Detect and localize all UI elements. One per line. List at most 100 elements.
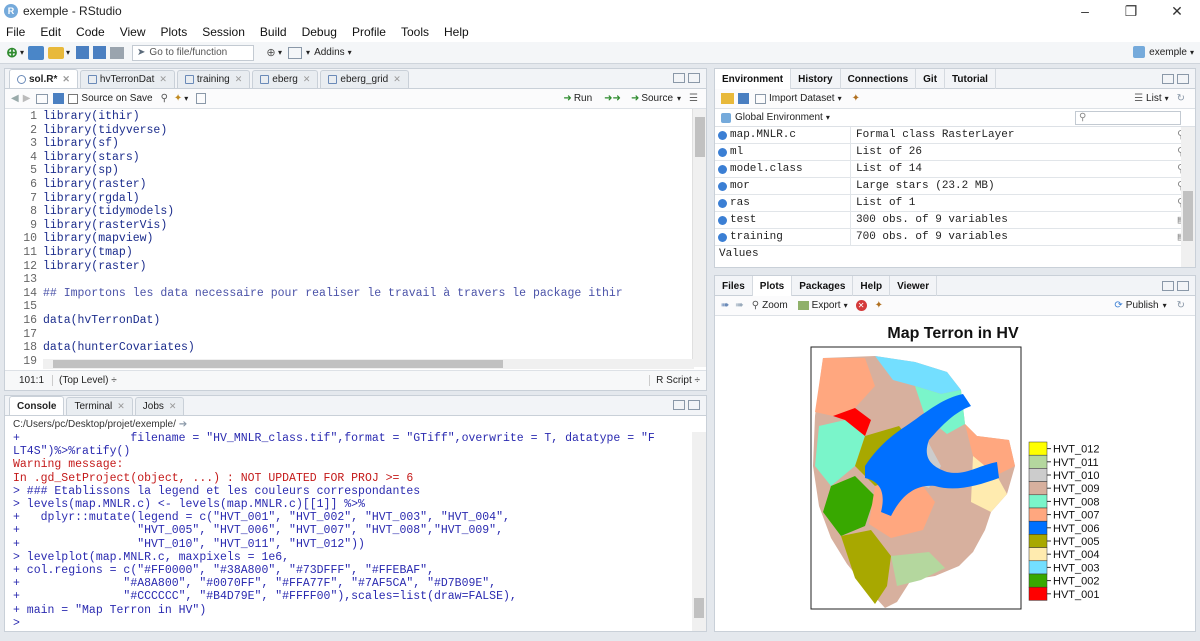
files-tab-plots[interactable]: Plots <box>752 276 793 296</box>
env-tab-git[interactable]: Git <box>916 69 946 89</box>
forward-icon[interactable]: ▶ <box>23 93 31 104</box>
zoom-button[interactable]: Zoom <box>762 300 788 311</box>
editor-vscrollbar[interactable] <box>692 109 706 367</box>
env-row[interactable]: test300 obs. of 9 variables▤ <box>715 212 1195 229</box>
menu-file[interactable]: File <box>6 25 25 39</box>
close-tab-icon[interactable]: ✕ <box>235 74 243 85</box>
grid-layout-icon[interactable] <box>288 46 303 59</box>
file-type-selector[interactable]: R Script ÷ <box>649 375 700 386</box>
env-scroll-thumb[interactable] <box>1183 191 1193 241</box>
env-row[interactable]: morLarge stars (23.2 MB)⚲ <box>715 178 1195 195</box>
close-tab-icon[interactable]: ✕ <box>169 401 177 412</box>
load-workspace-icon[interactable] <box>721 93 734 104</box>
minimize-pane-icon[interactable] <box>673 400 685 410</box>
close-tab-icon[interactable]: ✕ <box>303 74 311 85</box>
editor-hscroll-thumb[interactable] <box>53 360 503 368</box>
console-scroll-thumb[interactable] <box>694 598 704 618</box>
env-tab-environment[interactable]: Environment <box>715 69 792 89</box>
maximize-pane-icon[interactable] <box>1177 73 1189 84</box>
minimize-pane-icon[interactable] <box>1162 73 1174 84</box>
console-tab-console[interactable]: Console <box>9 396 65 415</box>
console-scrollbar[interactable] <box>692 432 706 631</box>
scope-selector[interactable]: Global Environment <box>735 112 823 123</box>
clear-plots-icon[interactable]: ✦ <box>875 300 883 311</box>
show-in-window-icon[interactable] <box>36 93 49 104</box>
environment-search-input[interactable]: ⚲ <box>1075 110 1181 125</box>
maximize-pane-icon[interactable] <box>688 73 700 83</box>
console-tab-jobs[interactable]: Jobs ✕ <box>134 397 185 415</box>
menu-edit[interactable]: Edit <box>40 25 61 39</box>
env-row[interactable]: rasList of 1⚲ <box>715 195 1195 212</box>
minimize-pane-icon[interactable] <box>673 73 685 83</box>
view-mode-selector[interactable]: List <box>1146 93 1162 104</box>
console-output[interactable]: + filename = "HV_MNLR_class.tif",format … <box>5 432 706 630</box>
save-icon[interactable] <box>53 93 65 104</box>
next-plot-icon[interactable]: ➠ <box>735 300 743 311</box>
console-tab-terminal[interactable]: Terminal ✕ <box>66 397 133 415</box>
compile-report-icon[interactable] <box>196 93 207 104</box>
menu-session[interactable]: Session <box>202 25 245 39</box>
close-tab-icon[interactable]: ✕ <box>117 401 125 412</box>
menu-help[interactable]: Help <box>444 25 469 39</box>
env-scrollbar[interactable] <box>1181 127 1195 267</box>
go-to-directory-icon[interactable]: ➔ <box>179 419 187 430</box>
menu-view[interactable]: View <box>120 25 146 39</box>
editor-tab[interactable]: eberg_grid ✕ <box>320 70 409 88</box>
editor-scroll-thumb[interactable] <box>695 117 705 157</box>
save-icon[interactable] <box>76 46 90 59</box>
save-workspace-icon[interactable] <box>738 93 749 104</box>
refresh-icon[interactable]: ↻ <box>1177 300 1185 311</box>
source-button[interactable]: Source <box>641 93 673 104</box>
env-tab-history[interactable]: History <box>791 69 841 89</box>
close-button[interactable]: ✕ <box>1154 0 1200 22</box>
import-dataset-button[interactable]: Import Dataset <box>769 93 835 104</box>
editor-tab[interactable]: eberg ✕ <box>252 70 319 88</box>
env-tab-tutorial[interactable]: Tutorial <box>945 69 996 89</box>
env-row[interactable]: map.MNLR.cFormal class RasterLayer⚲ <box>715 127 1195 144</box>
editor-tab[interactable]: sol.R* ✕ <box>9 69 78 88</box>
menu-code[interactable]: Code <box>76 25 105 39</box>
files-tab-packages[interactable]: Packages <box>792 276 854 296</box>
outline-icon[interactable]: ☰ <box>689 93 698 104</box>
scope-selector[interactable]: (Top Level) ÷ <box>53 375 117 386</box>
search-icon[interactable]: ⚲ <box>161 93 168 104</box>
minimize-pane-icon[interactable] <box>1162 280 1174 291</box>
menu-plots[interactable]: Plots <box>161 25 188 39</box>
minimize-button[interactable]: – <box>1062 0 1108 22</box>
open-file-icon[interactable] <box>48 46 65 59</box>
wand-icon[interactable]: ✦ <box>174 93 182 104</box>
source-on-save-checkbox[interactable] <box>68 93 79 104</box>
expand-icon[interactable] <box>718 181 727 191</box>
new-project-icon[interactable] <box>28 45 45 60</box>
expand-icon[interactable] <box>718 147 727 157</box>
env-tab-connections[interactable]: Connections <box>841 69 917 89</box>
publish-button[interactable]: Publish <box>1126 300 1159 311</box>
rerun-icon[interactable]: ➜➜ <box>604 93 621 104</box>
project-menu[interactable]: exemple <box>1149 47 1187 58</box>
new-file-icon[interactable]: ⊕ <box>4 44 20 61</box>
menu-build[interactable]: Build <box>260 25 287 39</box>
expand-icon[interactable] <box>718 164 727 174</box>
files-tab-files[interactable]: Files <box>715 276 753 296</box>
editor-tab[interactable]: training ✕ <box>176 70 251 88</box>
remove-plot-icon[interactable]: ✕ <box>855 300 867 311</box>
env-row[interactable]: training700 obs. of 9 variables▤ <box>715 229 1195 246</box>
env-row[interactable]: model.classList of 14⚲ <box>715 161 1195 178</box>
close-tab-icon[interactable]: ✕ <box>159 74 167 85</box>
menu-tools[interactable]: Tools <box>401 25 429 39</box>
expand-icon[interactable] <box>718 215 727 225</box>
run-button[interactable]: Run <box>574 93 592 104</box>
files-tab-help[interactable]: Help <box>853 276 891 296</box>
save-all-icon[interactable] <box>93 46 107 59</box>
editor-hscrollbar[interactable] <box>43 359 694 369</box>
expand-icon[interactable] <box>718 232 727 242</box>
menu-debug[interactable]: Debug <box>302 25 337 39</box>
git-icon[interactable]: ⊕ <box>264 46 278 59</box>
expand-icon[interactable] <box>718 130 727 140</box>
expand-icon[interactable] <box>718 198 727 208</box>
close-tab-icon[interactable]: ✕ <box>393 74 401 85</box>
maximize-button[interactable]: ❐ <box>1108 0 1154 22</box>
refresh-icon[interactable]: ↻ <box>1177 93 1185 104</box>
maximize-pane-icon[interactable] <box>1177 280 1189 291</box>
addins-menu[interactable]: Addins <box>314 47 345 58</box>
